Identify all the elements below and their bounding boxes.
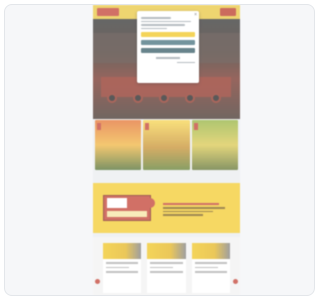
- dim-overlay: [93, 5, 240, 295]
- website-screenshot: ×: [93, 5, 240, 295]
- preview-card: ×: [4, 4, 315, 296]
